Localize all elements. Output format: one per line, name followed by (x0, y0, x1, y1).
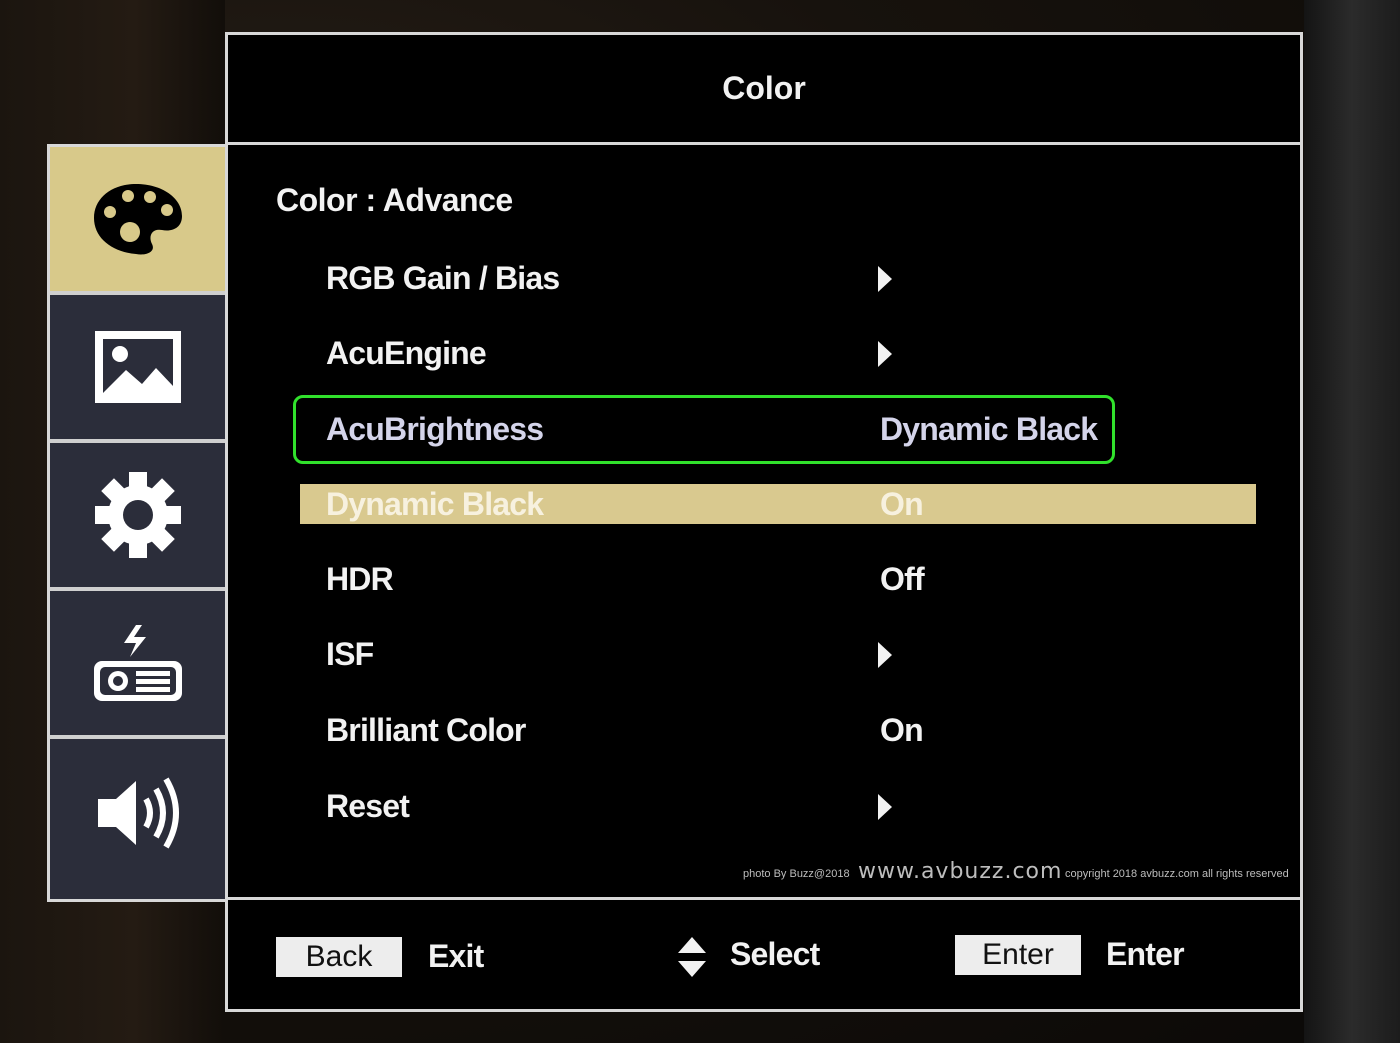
sidebar-item-image[interactable] (50, 295, 225, 443)
speaker-icon (97, 777, 179, 849)
select-label: Select (730, 936, 820, 972)
menu-item-label: Brilliant Color (326, 712, 526, 748)
menu-item-value: Off (880, 561, 925, 597)
submenu-arrow-icon (878, 642, 892, 668)
menu-item-label: ISF (326, 636, 374, 672)
menu-item-label: AcuEngine (326, 335, 487, 371)
gear-icon (94, 472, 181, 558)
watermark-copyright: copyright 2018 avbuzz.com all rights res… (1065, 868, 1289, 880)
menu-item-label: Reset (326, 788, 410, 824)
annotation-highlight-box (293, 395, 1115, 464)
menu-item-hdr[interactable]: HDR Off (300, 559, 1256, 599)
breadcrumb: Color : Advance (276, 182, 513, 218)
palette-icon (93, 184, 182, 255)
back-key-button[interactable]: Back (276, 937, 402, 977)
enter-label: Enter (1106, 936, 1185, 972)
sidebar-item-settings[interactable] (50, 443, 225, 591)
menu-item-label: HDR (326, 561, 394, 597)
sidebar-item-color[interactable] (50, 147, 225, 295)
submenu-arrow-icon (878, 794, 892, 820)
sidebar-item-setup[interactable] (50, 591, 225, 739)
watermark-site: www.avbuzz.com (858, 859, 1063, 884)
up-down-arrows-icon (678, 937, 706, 977)
menu-item-value: On (880, 486, 924, 522)
watermark-photo-credit: photo By Buzz@2018 (743, 868, 850, 880)
page-title: Color (228, 35, 1300, 145)
enter-key-button[interactable]: Enter (955, 935, 1081, 975)
menu-item-acuengine[interactable]: AcuEngine (300, 333, 1256, 373)
category-sidebar (47, 144, 225, 902)
menu-item-label: Dynamic Black (326, 486, 544, 522)
image-icon (94, 331, 181, 403)
menu-item-dynamic-black[interactable]: Dynamic Black On (300, 484, 1256, 524)
exit-label: Exit (428, 938, 484, 974)
projector-icon (93, 625, 182, 701)
submenu-arrow-icon (878, 341, 892, 367)
sidebar-item-audio[interactable] (50, 739, 225, 887)
submenu-arrow-icon (878, 266, 892, 292)
menu-item-rgb-gain-bias[interactable]: RGB Gain / Bias (300, 258, 1256, 298)
menu-item-reset[interactable]: Reset (300, 786, 1256, 826)
menu-item-isf[interactable]: ISF (300, 634, 1256, 674)
background-right (1304, 0, 1400, 1043)
menu-item-label: RGB Gain / Bias (326, 260, 560, 296)
menu-item-brilliant-color[interactable]: Brilliant Color On (300, 710, 1256, 750)
menu-item-value: On (880, 712, 924, 748)
